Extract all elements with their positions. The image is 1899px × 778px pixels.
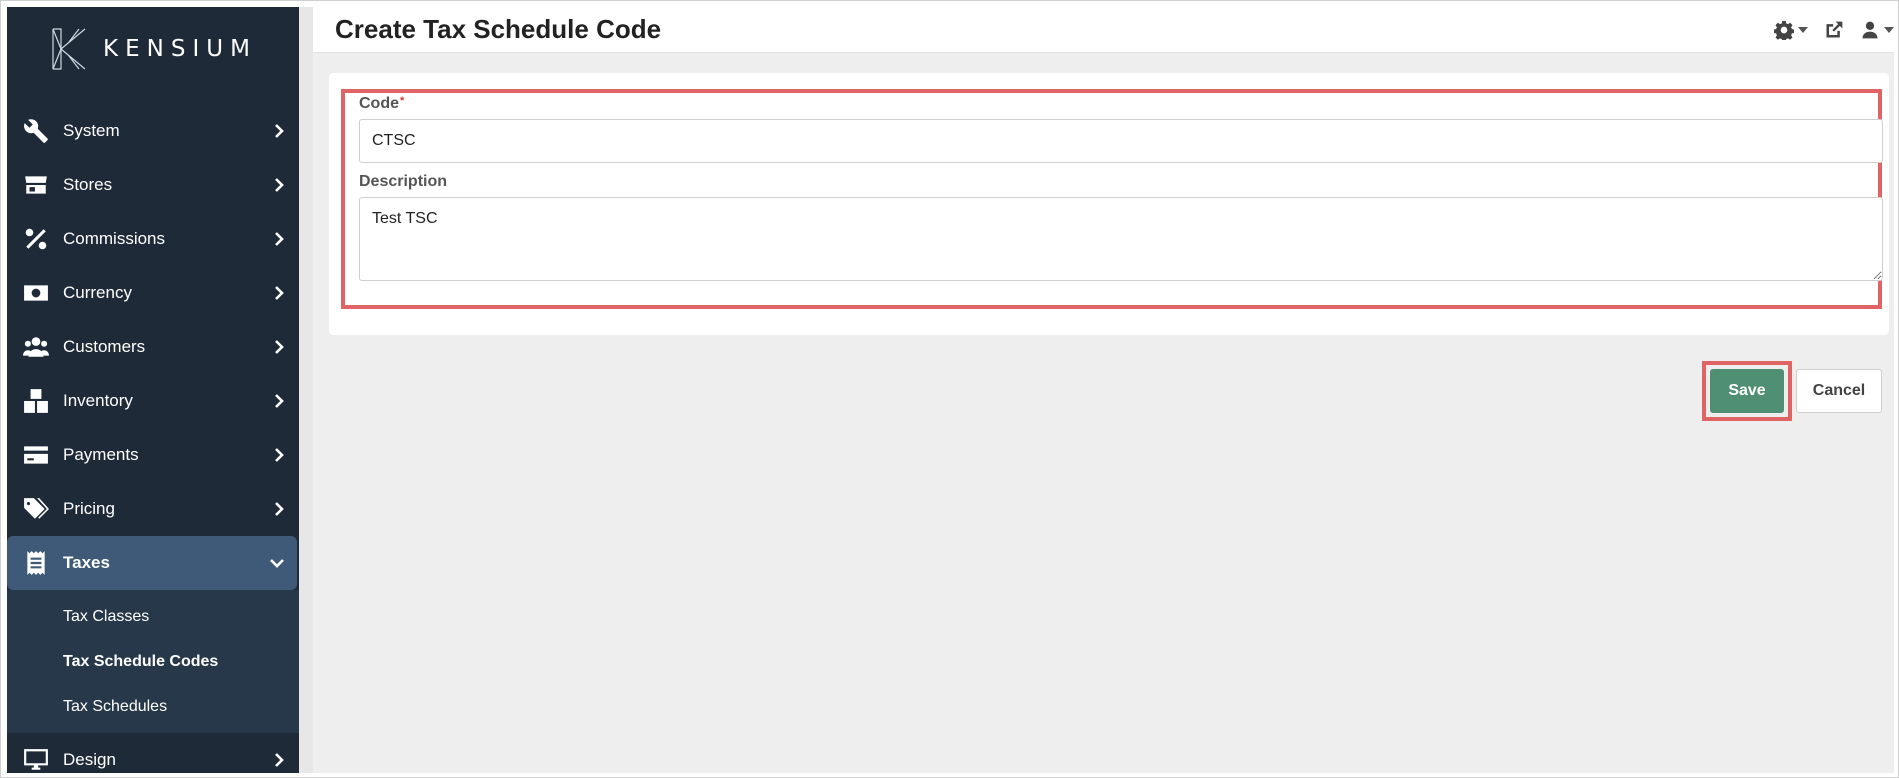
boxes-icon xyxy=(21,386,51,416)
description-label: Description xyxy=(359,173,448,190)
form-actions: Save Cancel xyxy=(1702,361,1882,421)
logo[interactable]: KENSIUM xyxy=(7,7,299,91)
taxes-submenu: Tax Classes Tax Schedule Codes Tax Sched… xyxy=(7,590,299,733)
sidebar-item-system[interactable]: System xyxy=(7,104,299,158)
gear-icon xyxy=(1774,20,1794,40)
logo-text: KENSIUM xyxy=(103,36,257,62)
sidebar-item-stores[interactable]: Stores xyxy=(7,158,299,212)
sidebar: KENSIUM System Stores Commissions Curren… xyxy=(7,7,299,773)
sidebar-item-label: Inventory xyxy=(63,391,133,410)
sidebar-item-label: Customers xyxy=(63,337,146,356)
code-label-text: Code xyxy=(359,95,399,112)
receipt-icon xyxy=(21,548,51,578)
sidebar-subitem-tax-schedules[interactable]: Tax Schedules xyxy=(7,684,299,729)
chevron-right-icon xyxy=(271,393,287,409)
main-content: Create Tax Schedule Code Code* Des xyxy=(313,7,1894,773)
tags-icon xyxy=(21,494,51,524)
sidebar-subitem-tax-classes[interactable]: Tax Classes xyxy=(7,594,299,639)
caret-down-icon xyxy=(1798,27,1808,33)
monitor-icon xyxy=(21,745,51,773)
sidebar-item-payments[interactable]: Payments xyxy=(7,428,299,482)
user-icon xyxy=(1862,21,1878,39)
sidebar-item-customers[interactable]: Customers xyxy=(7,320,299,374)
settings-menu[interactable] xyxy=(1774,20,1808,40)
sidebar-item-commissions[interactable]: Commissions xyxy=(7,212,299,266)
sidebar-item-label: System xyxy=(63,121,120,140)
required-mark: * xyxy=(400,95,405,107)
kensium-logo-icon xyxy=(52,28,86,70)
wrench-icon xyxy=(21,116,51,146)
sidebar-item-label: Taxes xyxy=(63,553,110,572)
code-label: Code* xyxy=(359,95,404,113)
users-icon xyxy=(21,332,51,362)
chevron-right-icon xyxy=(271,123,287,139)
sidebar-item-label: Pricing xyxy=(63,499,115,518)
external-link-icon xyxy=(1826,21,1843,38)
chevron-down-icon xyxy=(269,555,285,571)
chevron-right-icon xyxy=(271,177,287,193)
sidebar-nav: System Stores Commissions Currency Custo… xyxy=(7,104,299,773)
form-card: Code* Description Test TSC xyxy=(329,73,1889,335)
code-input[interactable] xyxy=(359,119,1883,163)
save-highlight: Save xyxy=(1702,361,1792,421)
sidebar-scrollbar[interactable] xyxy=(299,7,313,773)
header-tools xyxy=(1774,7,1894,53)
form-highlight: Code* Description Test TSC xyxy=(341,89,1883,309)
sidebar-item-label: Payments xyxy=(63,445,139,464)
description-textarea[interactable]: Test TSC xyxy=(359,197,1883,281)
store-icon xyxy=(21,170,51,200)
sidebar-item-label: Design xyxy=(63,750,116,769)
sidebar-item-design[interactable]: Design xyxy=(7,733,299,773)
sidebar-item-label: Commissions xyxy=(63,229,166,248)
page-header: Create Tax Schedule Code xyxy=(313,7,1894,53)
sidebar-item-pricing[interactable]: Pricing xyxy=(7,482,299,536)
chevron-right-icon xyxy=(271,231,287,247)
cancel-button[interactable]: Cancel xyxy=(1796,369,1882,413)
percent-icon xyxy=(21,224,51,254)
money-icon xyxy=(21,278,51,308)
chevron-right-icon xyxy=(271,285,287,301)
caret-down-icon xyxy=(1884,27,1894,33)
chevron-right-icon xyxy=(271,447,287,463)
open-external-button[interactable] xyxy=(1824,20,1844,40)
page-title: Create Tax Schedule Code xyxy=(335,14,662,44)
sidebar-item-label: Currency xyxy=(63,283,132,302)
sidebar-subitem-tax-schedule-codes[interactable]: Tax Schedule Codes xyxy=(7,639,299,684)
chevron-right-icon xyxy=(271,501,287,517)
sidebar-item-inventory[interactable]: Inventory xyxy=(7,374,299,428)
sidebar-item-currency[interactable]: Currency xyxy=(7,266,299,320)
chevron-right-icon xyxy=(271,752,287,768)
app-window: KENSIUM System Stores Commissions Curren… xyxy=(0,0,1899,778)
save-button[interactable]: Save xyxy=(1710,369,1784,413)
credit-card-icon xyxy=(21,440,51,470)
sidebar-item-taxes[interactable]: Taxes xyxy=(7,536,297,590)
user-menu[interactable] xyxy=(1860,20,1894,40)
chevron-right-icon xyxy=(271,339,287,355)
sidebar-item-label: Stores xyxy=(63,175,113,194)
